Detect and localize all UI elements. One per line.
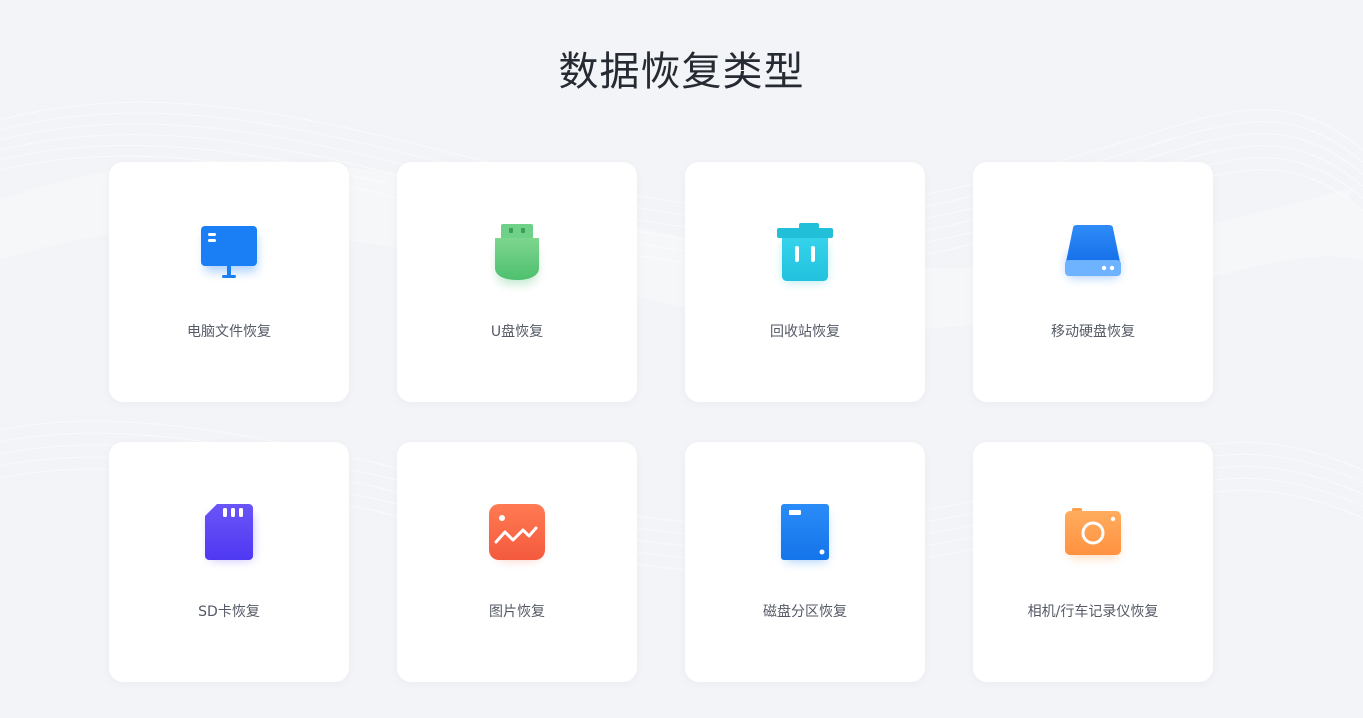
page-title: 数据恢复类型 [558, 49, 805, 95]
sd-card-icon [195, 502, 263, 570]
card-label: 图片恢复 [489, 604, 545, 620]
external-hard-drive-icon [1059, 222, 1127, 290]
card-label: U盘恢复 [490, 324, 544, 340]
card-usb-recovery[interactable]: U盘恢复 [397, 162, 637, 402]
card-recycle-bin-recovery[interactable]: 回收站恢复 [685, 162, 925, 402]
trash-bin-icon [771, 222, 839, 290]
card-label: 电脑文件恢复 [187, 324, 271, 340]
card-label: 移动硬盘恢复 [1051, 324, 1135, 340]
card-image-recovery[interactable]: 图片恢复 [397, 442, 637, 682]
usb-drive-icon [483, 222, 551, 290]
card-label: 回收站恢复 [770, 324, 840, 340]
card-label: SD卡恢复 [198, 604, 260, 620]
card-label: 磁盘分区恢复 [763, 604, 847, 620]
card-disk-partition-recovery[interactable]: 磁盘分区恢复 [685, 442, 925, 682]
disk-partition-icon [771, 502, 839, 570]
card-sd-card-recovery[interactable]: SD卡恢复 [109, 442, 349, 682]
image-icon [483, 502, 551, 570]
camera-icon [1059, 502, 1127, 570]
card-label: 相机/行车记录仪恢复 [1027, 604, 1159, 620]
card-external-drive-recovery[interactable]: 移动硬盘恢复 [973, 162, 1213, 402]
card-computer-file-recovery[interactable]: 电脑文件恢复 [109, 162, 349, 402]
card-camera-recovery[interactable]: 相机/行车记录仪恢复 [973, 442, 1213, 682]
monitor-icon [195, 222, 263, 290]
